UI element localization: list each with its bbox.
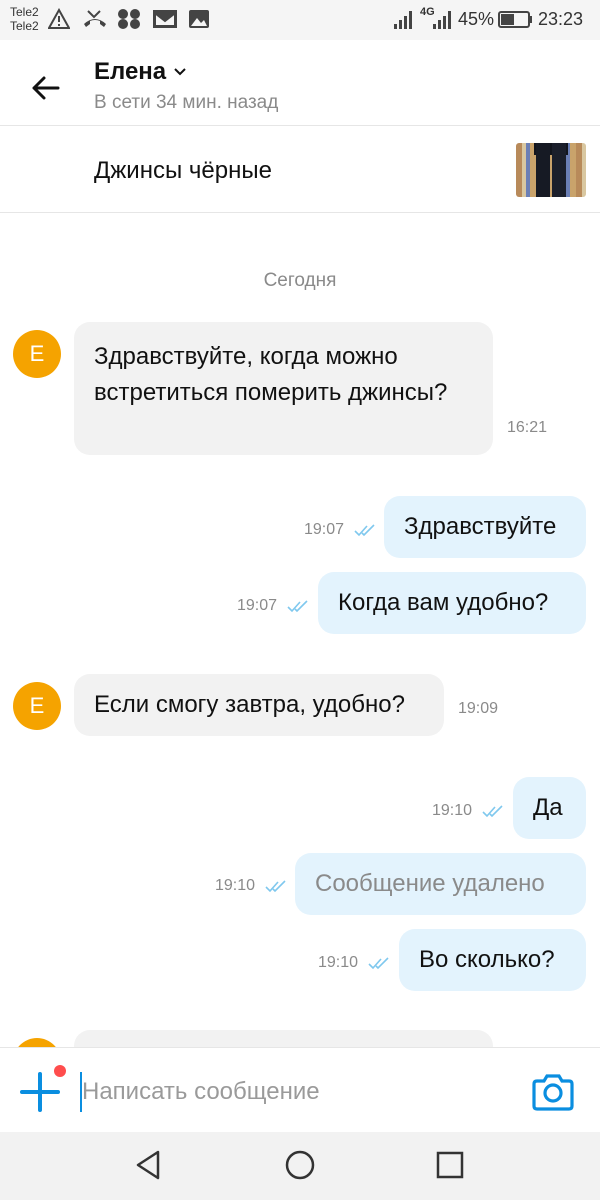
contact-name[interactable]: Елена	[94, 58, 166, 86]
nav-recents-icon[interactable]	[433, 1148, 467, 1182]
nav-home-icon[interactable]	[283, 1148, 317, 1182]
clock: 23:23	[538, 9, 584, 29]
message-time: 19:09	[458, 700, 499, 717]
message-time: 19:07	[237, 597, 278, 614]
message-time: 19:10	[432, 802, 473, 819]
message-text: Когда вам удобно?	[338, 589, 549, 616]
message-input[interactable]	[80, 1072, 510, 1112]
signal-icon-2	[433, 11, 451, 29]
avatar[interactable]: E	[13, 330, 61, 378]
message-bubble[interactable]: Когда вам удобно?	[318, 572, 586, 634]
back-arrow-icon[interactable]	[26, 68, 66, 108]
status-bar: Tele2 Tele2 4G 45% 23:23	[0, 0, 600, 40]
message-text: Во сколько?	[419, 946, 555, 973]
notification-dot	[54, 1065, 66, 1077]
chat-header: Елена В сети 34 мин. назад	[0, 40, 600, 126]
message-text: Сообщение удалено	[315, 870, 545, 897]
battery-icon	[498, 11, 532, 28]
message-text: Да	[533, 794, 563, 821]
message-text: Здравствуйте	[404, 513, 557, 540]
deleted-message-bubble[interactable]: Сообщение удалено	[295, 853, 586, 915]
item-thumbnail[interactable]	[516, 143, 586, 197]
avatar[interactable]: E	[13, 682, 61, 730]
image-icon	[189, 10, 209, 28]
warning-icon	[48, 8, 70, 29]
mail-icon	[153, 10, 177, 28]
message-bubble[interactable]: Здравствуйте	[384, 496, 586, 558]
message-bubble[interactable]: Во сколько?	[399, 929, 586, 991]
date-separator: Сегодня	[263, 270, 337, 291]
message-text: Если смогу завтра, удобно?	[94, 691, 405, 718]
signal-icon	[394, 11, 412, 29]
attach-plus-icon[interactable]	[18, 1070, 62, 1114]
read-checkmarks-icon	[265, 880, 286, 893]
item-preview[interactable]: Джинсы чёрные	[0, 127, 600, 213]
carrier-1: Tele2	[10, 5, 39, 19]
message-bubble[interactable]: Да	[513, 777, 586, 839]
app-notification-icon	[118, 9, 140, 29]
message-time: 19:10	[215, 877, 256, 894]
message-time: 19:07	[304, 521, 345, 538]
message-text: Здравствуйте, когда можно встретиться по…	[94, 343, 448, 406]
missed-call-icon	[84, 10, 106, 27]
read-checkmarks-icon	[287, 600, 308, 613]
carrier-2: Tele2	[10, 19, 39, 33]
item-title[interactable]: Джинсы чёрные	[94, 157, 272, 185]
message-bubble[interactable]: Если смогу завтра, удобно?	[74, 674, 444, 736]
system-navigation-bar	[0, 1132, 600, 1200]
message-time: 16:21	[507, 419, 548, 436]
message-composer	[0, 1047, 600, 1132]
camera-icon[interactable]	[530, 1072, 576, 1112]
read-checkmarks-icon	[368, 957, 389, 970]
read-checkmarks-icon	[482, 805, 503, 818]
chevron-down-icon[interactable]	[172, 64, 188, 80]
nav-back-icon[interactable]	[132, 1148, 166, 1182]
carrier-names: Tele2 Tele2	[10, 5, 39, 33]
read-checkmarks-icon	[354, 524, 375, 537]
contact-status: В сети 34 мин. назад	[94, 92, 279, 113]
battery-percent: 45%	[458, 9, 495, 29]
message-time: 19:10	[318, 954, 359, 971]
message-bubble[interactable]: Здравствуйте, когда можно встретиться по…	[74, 322, 493, 455]
